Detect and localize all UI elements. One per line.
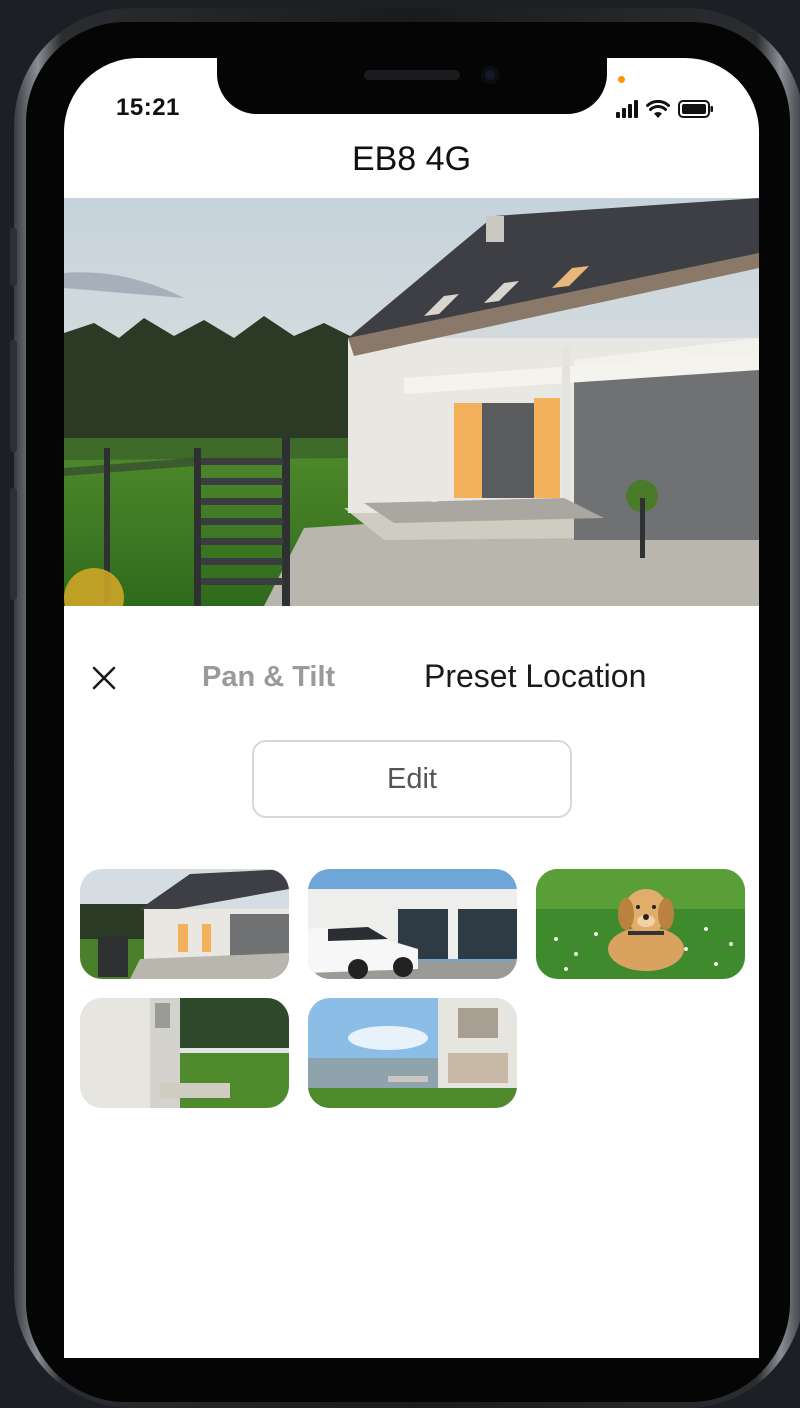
app-screen: 15:21 EB8 4G Pan & Tilt Preset Location … [64,58,759,1358]
pool-thumbnail-image [308,998,517,1108]
camera-live-view[interactable] [64,198,759,606]
status-time: 15:21 [116,94,180,121]
edit-button[interactable]: Edit [252,740,572,818]
preset-thumbnail[interactable] [536,869,745,979]
privacy-indicator-dot [618,76,625,83]
status-icons [616,98,714,120]
phone-volume-up [10,340,17,452]
car-thumbnail-image [308,869,517,979]
tab-preset-location[interactable]: Preset Location [424,658,646,695]
battery-icon [678,100,713,118]
preset-thumbnail[interactable] [80,869,289,979]
house-thumbnail-image [80,869,289,979]
preset-thumbnail[interactable] [308,869,517,979]
signal-icon [616,100,638,118]
phone-volume-down [10,488,17,600]
preset-thumbnail[interactable] [80,998,289,1108]
earpiece-speaker [364,70,460,80]
preset-thumbnail[interactable] [308,998,517,1108]
device-title: EB8 4G [351,140,472,178]
dog-thumbnail-image [536,869,745,979]
phone-side-button [10,228,17,286]
close-icon[interactable] [90,664,118,692]
front-camera [481,66,499,84]
phone-notch [217,58,607,114]
wifi-icon [646,100,670,118]
side-yard-thumbnail-image [80,998,289,1108]
tab-pan-tilt[interactable]: Pan & Tilt [202,661,335,694]
house-scene-image [64,198,759,606]
